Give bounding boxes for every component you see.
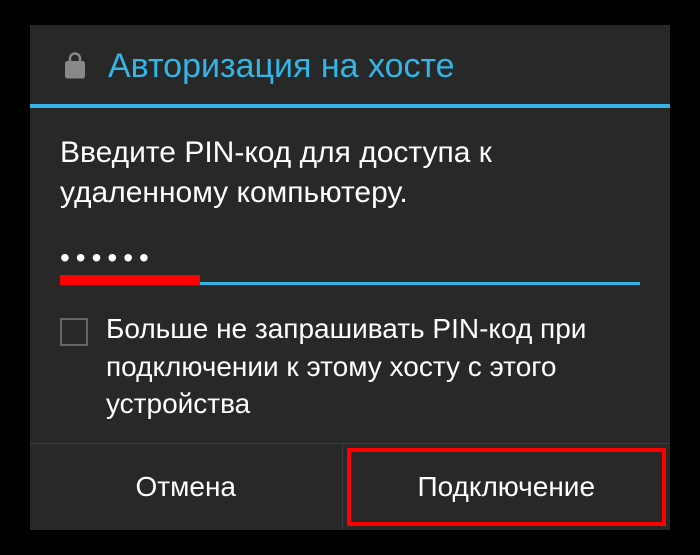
remember-checkbox[interactable] (60, 318, 88, 346)
pin-underline (60, 282, 640, 285)
annotation-highlight-pin (60, 275, 200, 285)
auth-dialog: Авторизация на хосте Введите PIN-код для… (30, 25, 670, 530)
connect-button[interactable]: Подключение (351, 452, 663, 522)
dialog-title: Авторизация на хосте (108, 47, 455, 86)
button-divider (342, 444, 343, 530)
cancel-button[interactable]: Отмена (30, 444, 342, 530)
pin-input-row[interactable]: •••••• (30, 234, 670, 285)
remember-checkbox-row[interactable]: Больше не запрашивать PIN-код при подклю… (30, 285, 670, 443)
remember-checkbox-label: Больше не запрашивать PIN-код при подклю… (106, 310, 640, 423)
annotation-highlight-connect: Подключение (347, 448, 667, 526)
dialog-body-text: Введите PIN-код для доступа к удаленному… (30, 108, 670, 234)
dialog-button-row: Отмена Подключение (30, 444, 670, 530)
dialog-header: Авторизация на хосте (30, 25, 670, 104)
lock-icon (60, 51, 90, 81)
